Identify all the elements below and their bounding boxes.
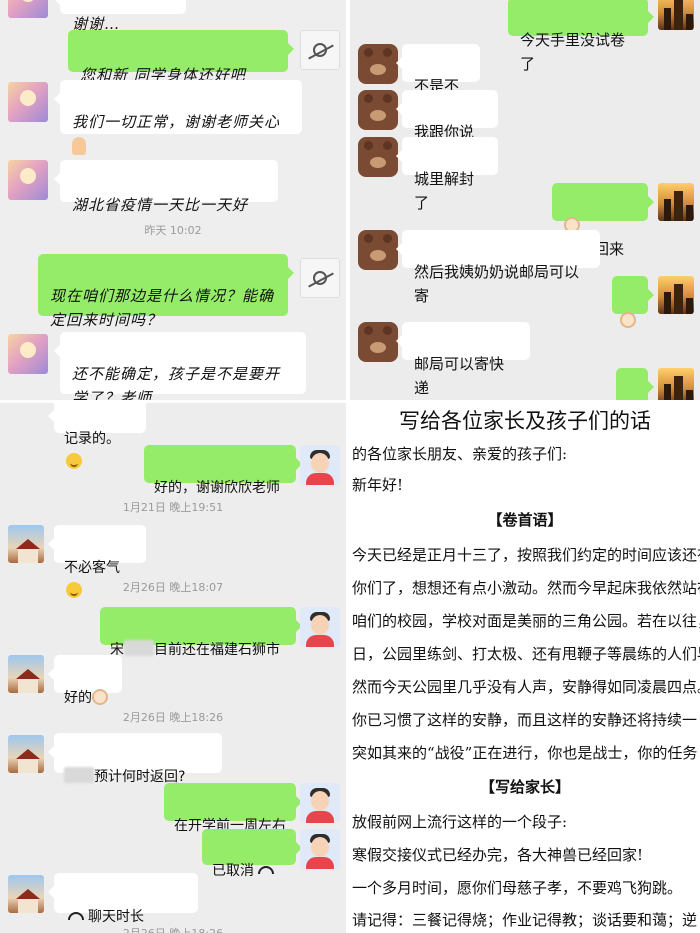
chat-message: [612, 276, 654, 328]
message-text: 还不能确定，孩子是不是要开学了？老师: [72, 365, 281, 400]
avatar[interactable]: [300, 783, 340, 823]
redacted-name: [64, 767, 94, 783]
avatar[interactable]: [8, 735, 44, 773]
ok-hand-emoji-icon: [92, 689, 108, 705]
chat-message: 好的，谢谢欣欣老师: [144, 445, 302, 496]
letter-document: 写给各位家长及孩子们的话 的各位家长朋友、亲爱的孩子们: 新年好! 【卷首语】 …: [350, 403, 700, 933]
document-line: 放假前网上流行这样的一个段子:: [352, 813, 568, 831]
avatar[interactable]: [658, 0, 694, 30]
timestamp: 2月26日 晚上18:26: [0, 925, 346, 933]
avatar[interactable]: [358, 44, 398, 84]
chat-message: 城里解封了: [396, 137, 498, 212]
document-line: 今天已经是正月十三了，按照我们约定的时间应该还有: [352, 546, 700, 564]
pray-emoji-icon: [72, 137, 86, 155]
timestamp: 1月21日 晚上19:51: [122, 501, 224, 514]
document-line: 你已习惯了这样的安静，而且这样的安静还将持续一: [352, 711, 698, 729]
chat-message: 还不能确定，孩子是不是要开学了？老师: [54, 332, 306, 400]
avatar[interactable]: [300, 258, 340, 298]
chat-message: 现在咱们那边是什么情况？能确定回来时间吗？: [38, 254, 294, 329]
section-heading: 【写给家长】: [479, 778, 570, 796]
chat-message: 今天手里没试卷了: [508, 0, 654, 73]
chat-panel-top-right: 今天手里没试卷了 不是不是 我跟你说昂 城里解封了 尽快回来 然后我姨奶奶说邮局…: [350, 0, 700, 400]
message-text: 现在咱们那边是什么情况？能确定回来时间吗？: [50, 287, 275, 329]
avatar[interactable]: [658, 276, 694, 314]
document-line: 咱们的校园，学校对面是美丽的三角公园。若在以往，: [352, 612, 700, 630]
document-line: 新年好!: [352, 476, 404, 494]
avatar[interactable]: [358, 322, 398, 362]
chat-message: 宋目前还在福建石狮市: [100, 607, 302, 658]
message-text: 我们一切正常，谢谢老师关心: [72, 113, 281, 131]
avatar[interactable]: [8, 875, 44, 913]
chat-message: 湖北省疫情一天比一天好: [54, 160, 278, 214]
chat-panel-top-left: 谢谢… 您和新 同学身体还好吧 我们一切正常，谢谢老师关心 湖北省疫情一天比一天…: [0, 0, 346, 400]
avatar[interactable]: [358, 90, 398, 130]
document-line: 然而今天公园里几乎没有人声，安静得如同凌晨四点。: [352, 678, 700, 696]
avatar[interactable]: [358, 230, 398, 270]
section-heading: 【卷首语】: [487, 511, 563, 529]
message-text: 湖北省疫情一天比一天好: [72, 196, 249, 214]
avatar[interactable]: [8, 82, 48, 122]
chat-message: 我跟你说昂: [396, 90, 498, 165]
timestamp: 2月26日 晚上18:26: [122, 711, 224, 724]
avatar[interactable]: [300, 445, 340, 485]
document-line: 寒假交接仪式已经办完，各大神兽已经回家!: [352, 846, 644, 864]
chat-message: 然后我姨奶奶说邮局可以寄: [396, 230, 600, 305]
redacted-name: [124, 640, 154, 656]
avatar[interactable]: [8, 525, 44, 563]
chat-message: 在开学前一周左右: [164, 783, 302, 834]
timestamp: 昨天 10:02: [144, 224, 202, 237]
avatar[interactable]: [8, 160, 48, 200]
avatar[interactable]: [658, 183, 694, 221]
chat-message: 预计何时返回?: [48, 733, 222, 785]
avatar[interactable]: [8, 655, 44, 693]
document-line: 日，公园里练剑、打太极、还有甩鞭子等晨练的人们早: [352, 645, 700, 663]
document-title: 写给各位家长及孩子们的话: [399, 409, 651, 433]
avatar[interactable]: [8, 334, 48, 374]
chat-message: 谢谢…: [54, 0, 186, 33]
document-line: 你们了，想想还有点小激动。然而今早起床我依然站在: [352, 579, 700, 597]
chat-message: 我们一切正常，谢谢老师关心: [54, 80, 302, 155]
call-message[interactable]: 聊天时长 01:10: [48, 873, 198, 925]
avatar[interactable]: [358, 137, 398, 177]
chat-message: 不是不是: [396, 44, 480, 119]
document-greeting: 的各位家长朋友、亲爱的孩子们:: [352, 445, 568, 463]
document-line: 请记得：三餐记得烧；作业记得教；谈话要和蔼；逆: [352, 911, 698, 929]
chat-message: 好的: [48, 655, 122, 706]
chat-panel-bottom-left: 记录的。 好的，谢谢欣欣老师 1月21日 晚上19:51 不必客气 2月26日 …: [0, 403, 346, 933]
avatar[interactable]: [658, 368, 694, 400]
phone-icon: [68, 912, 84, 920]
chat-message: 尽快回来: [552, 183, 654, 258]
avatar[interactable]: [300, 30, 340, 70]
avatar[interactable]: [300, 829, 340, 869]
chat-message: 不必客气: [48, 525, 146, 598]
document-line: 一个多月时间，愿你们母慈子孝，不要鸡飞狗跳。: [352, 879, 683, 897]
chat-message: 记录的。: [48, 403, 146, 469]
call-message[interactable]: 已取消: [202, 829, 302, 879]
document-line: 突如其来的“战役”正在进行，你也是战士，你的任务: [352, 744, 698, 762]
message-text: 好的: [64, 690, 92, 706]
chat-message: 行: [616, 368, 654, 400]
chat-message: 您和新 同学身体还好吧: [68, 30, 294, 84]
message-text: 好的，谢谢欣欣老师: [154, 480, 280, 496]
chat-message: 邮局可以寄快递: [396, 322, 530, 397]
timestamp: 2月26日 晚上18:07: [122, 581, 224, 594]
avatar[interactable]: [300, 607, 340, 647]
avatar[interactable]: [8, 0, 48, 18]
message-text: 不必客气: [64, 560, 120, 576]
